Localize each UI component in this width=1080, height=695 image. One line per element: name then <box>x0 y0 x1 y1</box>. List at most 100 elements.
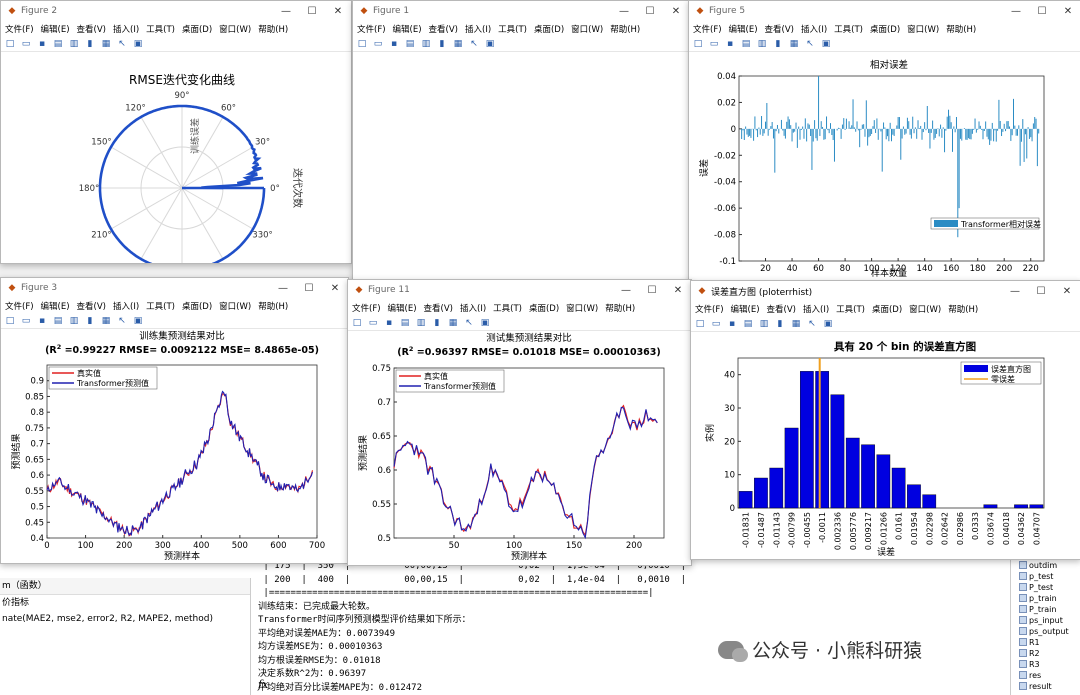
menu-item[interactable]: 编辑(E) <box>731 303 760 315</box>
minimize-button[interactable]: — <box>1002 286 1028 297</box>
pointer-icon[interactable]: ↖ <box>805 318 819 330</box>
open-folder-icon[interactable]: ▭ <box>366 317 380 329</box>
print-icon[interactable]: ▤ <box>741 318 755 330</box>
pointer-icon[interactable]: ↖ <box>462 317 476 329</box>
title-bar[interactable]: ◆ Figure 11 — ☐ ✕ <box>348 280 691 300</box>
menu-item[interactable]: 编辑(E) <box>41 300 70 312</box>
property-inspector-icon[interactable]: ▣ <box>131 315 145 327</box>
menu-item[interactable]: 插入(I) <box>465 23 491 35</box>
menu-item[interactable]: 帮助(H) <box>610 23 640 35</box>
link-icon[interactable]: ▥ <box>67 315 81 327</box>
minimize-button[interactable]: — <box>1003 6 1029 17</box>
figure-3-window[interactable]: ◆ Figure 3 — ☐ ✕ 文件(F) 编辑(E) 查看(V) 插入(I) 工具(T) 桌面… <box>0 277 349 564</box>
new-file-icon[interactable]: □ <box>3 38 17 50</box>
menu-item[interactable]: 插入(I) <box>460 302 486 314</box>
title-bar[interactable]: ◆ Figure 1 — ☐ ✕ <box>353 1 689 21</box>
maximize-button[interactable]: ☐ <box>299 6 325 17</box>
minimize-button[interactable]: — <box>273 6 299 17</box>
menu-item[interactable]: 插入(I) <box>113 23 139 35</box>
colorbar-icon[interactable]: ▮ <box>435 38 449 50</box>
close-button[interactable]: ✕ <box>325 6 351 17</box>
close-button[interactable]: ✕ <box>663 6 689 17</box>
menu-item[interactable]: 桌面(D) <box>534 23 564 35</box>
menu-item[interactable]: 文件(F) <box>352 302 381 314</box>
close-button[interactable]: ✕ <box>665 285 691 296</box>
workspace-var[interactable]: P_test <box>1011 582 1080 593</box>
workspace-var[interactable]: R1 <box>1011 637 1080 648</box>
menu-item[interactable]: 桌面(D) <box>182 23 212 35</box>
new-file-icon[interactable]: □ <box>350 317 364 329</box>
command-window[interactable]: | 175 | 350 | 00,00,13 | 0,02 | 1,3e-04 … <box>258 560 998 695</box>
title-bar[interactable]: ◆ Figure 2 — ☐ ✕ <box>1 1 351 21</box>
legend-icon[interactable]: ▦ <box>99 38 113 50</box>
legend-icon[interactable]: ▦ <box>787 38 801 50</box>
title-bar[interactable]: ◆ 误差直方图 (ploterrhist) — ☐ ✕ <box>691 281 1080 301</box>
menu-item[interactable]: 桌面(D) <box>870 23 900 35</box>
workspace-var[interactable]: R2 <box>1011 648 1080 659</box>
colorbar-icon[interactable]: ▮ <box>83 315 97 327</box>
property-inspector-icon[interactable]: ▣ <box>483 38 497 50</box>
fx-prompt[interactable]: fx <box>258 678 268 691</box>
menu-item[interactable]: 文件(F) <box>5 23 34 35</box>
save-icon[interactable]: ▪ <box>382 317 396 329</box>
save-icon[interactable]: ▪ <box>35 38 49 50</box>
maximize-button[interactable]: ☐ <box>1029 6 1055 17</box>
menu-item[interactable]: 插入(I) <box>801 23 827 35</box>
print-icon[interactable]: ▤ <box>739 38 753 50</box>
details-header[interactable]: m（函数） <box>0 578 250 595</box>
workspace-var[interactable]: p_test <box>1011 571 1080 582</box>
menu-item[interactable]: 窗口(W) <box>571 23 603 35</box>
pointer-icon[interactable]: ↖ <box>467 38 481 50</box>
menu-item[interactable]: 桌面(D) <box>529 302 559 314</box>
menu-item[interactable]: 查看(V) <box>429 23 458 35</box>
open-folder-icon[interactable]: ▭ <box>709 318 723 330</box>
minimize-button[interactable]: — <box>611 6 637 17</box>
print-icon[interactable]: ▤ <box>403 38 417 50</box>
figure-1-window[interactable]: ◆ Figure 1 — ☐ ✕ 文件(F) 编辑(E) 查看(V) 插入(I) 工具(T) 桌面… <box>352 0 690 280</box>
figure-11-window[interactable]: ◆ Figure 11 — ☐ ✕ 文件(F) 编辑(E) 查看(V) 插入(I) 工具(T) 桌… <box>347 279 692 566</box>
pointer-icon[interactable]: ↖ <box>115 38 129 50</box>
link-icon[interactable]: ▥ <box>67 38 81 50</box>
save-icon[interactable]: ▪ <box>725 318 739 330</box>
menu-item[interactable]: 查看(V) <box>424 302 453 314</box>
menu-item[interactable]: 查看(V) <box>77 300 106 312</box>
workspace-var[interactable]: result <box>1011 681 1080 692</box>
minimize-button[interactable]: — <box>613 285 639 296</box>
workspace-var[interactable]: P_train <box>1011 604 1080 615</box>
menu-item[interactable]: 窗口(W) <box>566 302 598 314</box>
menu-item[interactable]: 帮助(H) <box>946 23 976 35</box>
close-button[interactable]: ✕ <box>322 283 348 294</box>
legend-icon[interactable]: ▦ <box>789 318 803 330</box>
menu-item[interactable]: 编辑(E) <box>393 23 422 35</box>
menu-item[interactable]: 窗口(W) <box>219 300 251 312</box>
colorbar-icon[interactable]: ▮ <box>771 38 785 50</box>
title-bar[interactable]: ◆ Figure 5 — ☐ ✕ <box>689 1 1080 21</box>
print-icon[interactable]: ▤ <box>51 38 65 50</box>
menu-item[interactable]: 文件(F) <box>695 303 724 315</box>
link-icon[interactable]: ▥ <box>414 317 428 329</box>
new-file-icon[interactable]: □ <box>3 315 17 327</box>
workspace-var[interactable]: ps_output <box>1011 626 1080 637</box>
maximize-button[interactable]: ☐ <box>637 6 663 17</box>
property-inspector-icon[interactable]: ▣ <box>819 38 833 50</box>
menu-item[interactable]: 桌面(D) <box>182 300 212 312</box>
menu-item[interactable]: 帮助(H) <box>258 23 288 35</box>
new-file-icon[interactable]: □ <box>693 318 707 330</box>
print-icon[interactable]: ▤ <box>398 317 412 329</box>
menu-item[interactable]: 查看(V) <box>767 303 796 315</box>
figure-5-window[interactable]: ◆ Figure 5 — ☐ ✕ 文件(F) 编辑(E) 查看(V) 插入(I) 工具(T) 桌面… <box>688 0 1080 282</box>
pointer-icon[interactable]: ↖ <box>803 38 817 50</box>
new-file-icon[interactable]: □ <box>355 38 369 50</box>
open-folder-icon[interactable]: ▭ <box>19 38 33 50</box>
menu-item[interactable]: 窗口(W) <box>909 303 941 315</box>
menu-item[interactable]: 文件(F) <box>357 23 386 35</box>
property-inspector-icon[interactable]: ▣ <box>478 317 492 329</box>
workspace-var[interactable]: res <box>1011 670 1080 681</box>
maximize-button[interactable]: ☐ <box>296 283 322 294</box>
menu-item[interactable]: 编辑(E) <box>388 302 417 314</box>
menu-item[interactable]: 插入(I) <box>803 303 829 315</box>
link-icon[interactable]: ▥ <box>755 38 769 50</box>
colorbar-icon[interactable]: ▮ <box>430 317 444 329</box>
maximize-button[interactable]: ☐ <box>1028 286 1054 297</box>
property-inspector-icon[interactable]: ▣ <box>821 318 835 330</box>
